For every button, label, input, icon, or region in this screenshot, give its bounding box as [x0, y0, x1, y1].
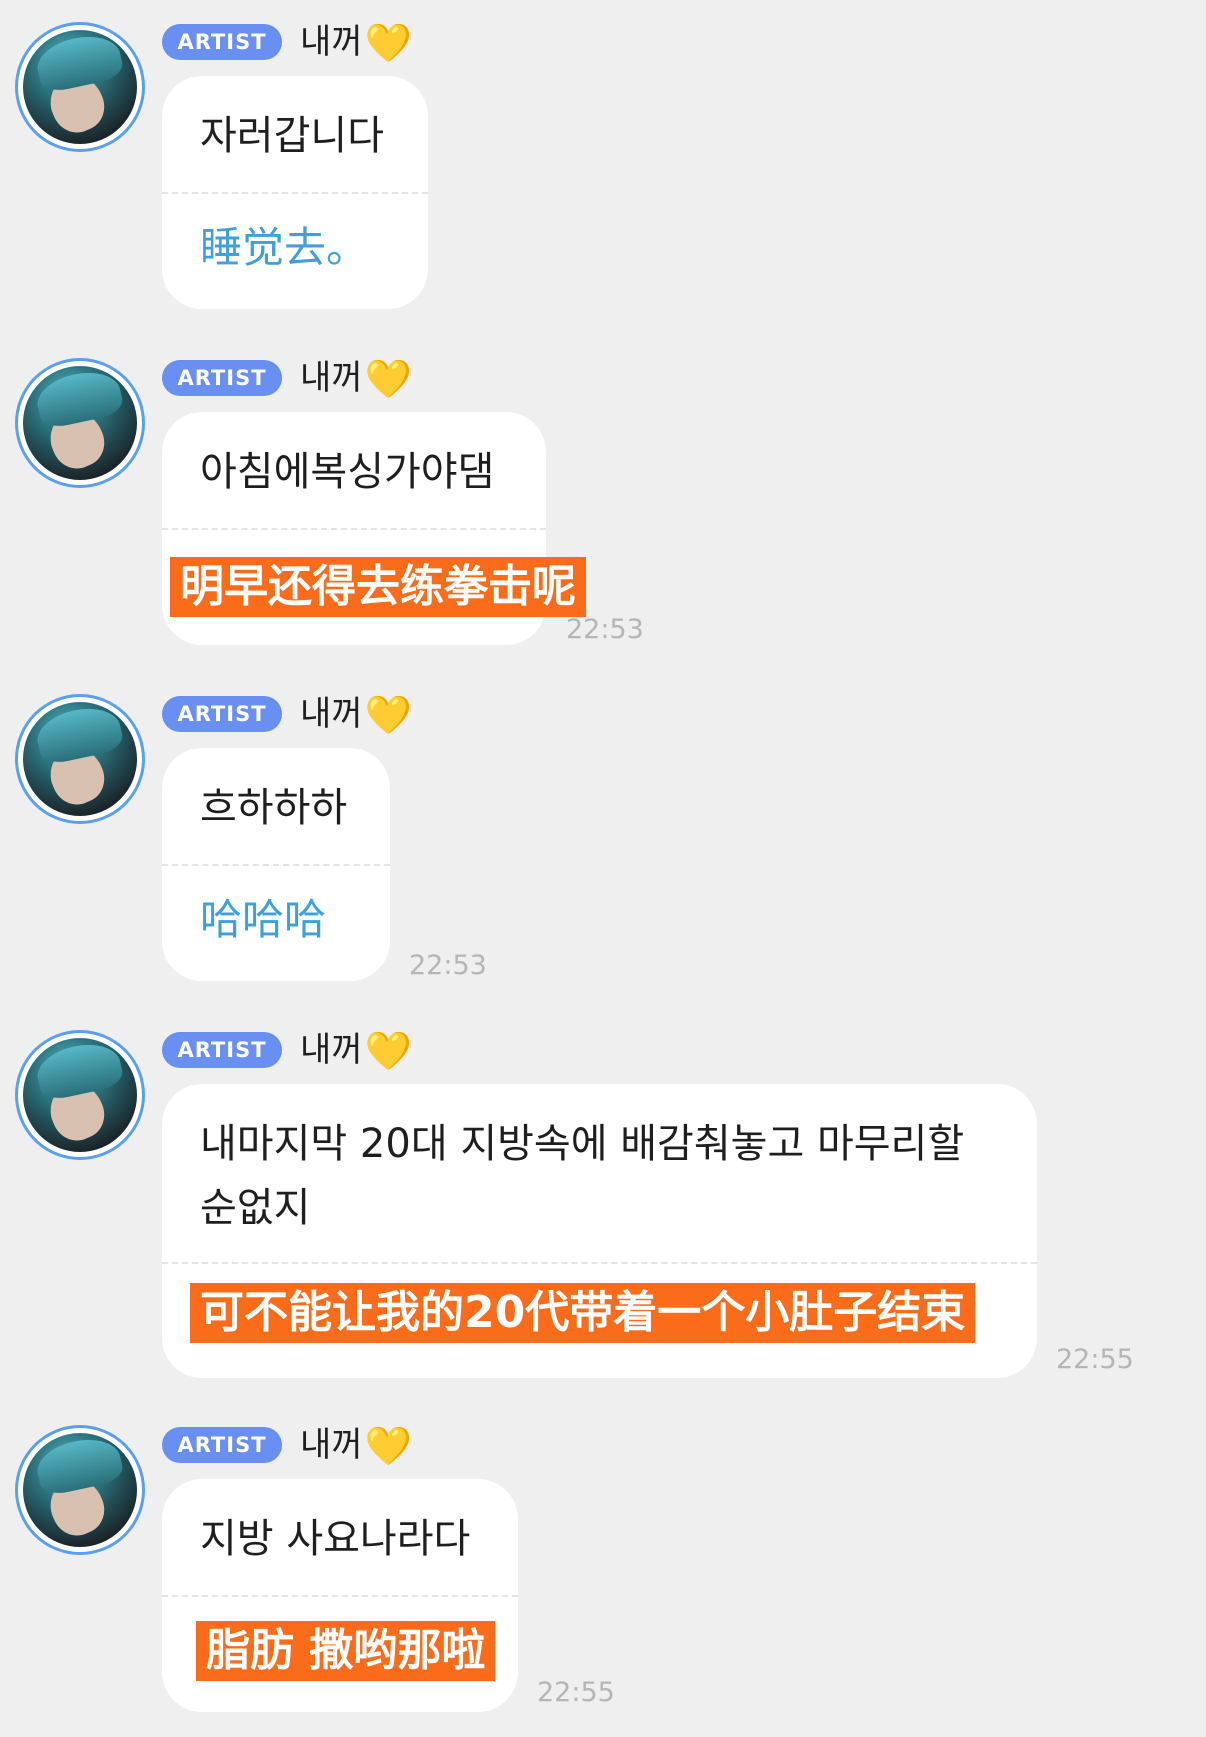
artist-badge: ARTIST: [162, 360, 282, 396]
artist-avatar[interactable]: [15, 1030, 145, 1160]
heart-icon: 💛: [364, 1424, 412, 1468]
translation-divider: [162, 192, 428, 194]
message-text: 자러갑니다: [200, 113, 384, 159]
message-time: 22:55: [1056, 1344, 1134, 1375]
message-text: 아침에복싱가야댐: [200, 449, 495, 495]
artist-avatar[interactable]: [15, 22, 145, 152]
message-bubble[interactable]: 흐하하하 哈哈哈: [162, 748, 390, 981]
artist-badge: ARTIST: [162, 1427, 282, 1463]
translation-divider: [162, 864, 390, 866]
artist-badge: ARTIST: [162, 696, 282, 732]
translation-divider: [162, 1595, 518, 1597]
heart-icon: 💛: [364, 357, 412, 401]
artist-badge: ARTIST: [162, 1032, 282, 1068]
artist-name: 내꺼💛: [300, 1424, 412, 1468]
message-text: 지방 사요나라다: [200, 1516, 471, 1562]
message-text: 흐하하하: [200, 785, 348, 831]
heart-icon: 💛: [364, 1029, 412, 1073]
artist-avatar[interactable]: [15, 694, 145, 824]
artist-name: 내꺼💛: [300, 21, 412, 65]
translation-divider: [162, 528, 546, 530]
artist-name: 내꺼💛: [300, 693, 412, 737]
artist-avatar[interactable]: [15, 358, 145, 488]
translation-text: 睡觉去。: [200, 223, 369, 272]
artist-name: 내꺼💛: [300, 357, 412, 401]
artist-name: 내꺼💛: [300, 1029, 412, 1073]
message-bubble[interactable]: 자러갑니다 睡觉去。: [162, 76, 428, 309]
translation-text: 可不能让我的20代带着一个小肚子结束: [190, 1283, 976, 1343]
message-time: 22:53: [566, 614, 644, 645]
translation-text: 脂肪 撒哟那啦: [196, 1621, 496, 1681]
message-text: 내마지막 20대 지방속에 배감춰놓고 마무리할 순없지: [200, 1121, 965, 1231]
message-time: 22:53: [409, 950, 487, 981]
translation-text: 明早还得去练拳击呢: [170, 557, 586, 617]
heart-icon: 💛: [364, 21, 412, 65]
message-time: 22:55: [537, 1677, 615, 1708]
translation-text: 哈哈哈: [200, 895, 327, 944]
translation-divider: [162, 1262, 1037, 1264]
artist-badge: ARTIST: [162, 24, 282, 60]
heart-icon: 💛: [364, 693, 412, 737]
artist-avatar[interactable]: [15, 1425, 145, 1555]
